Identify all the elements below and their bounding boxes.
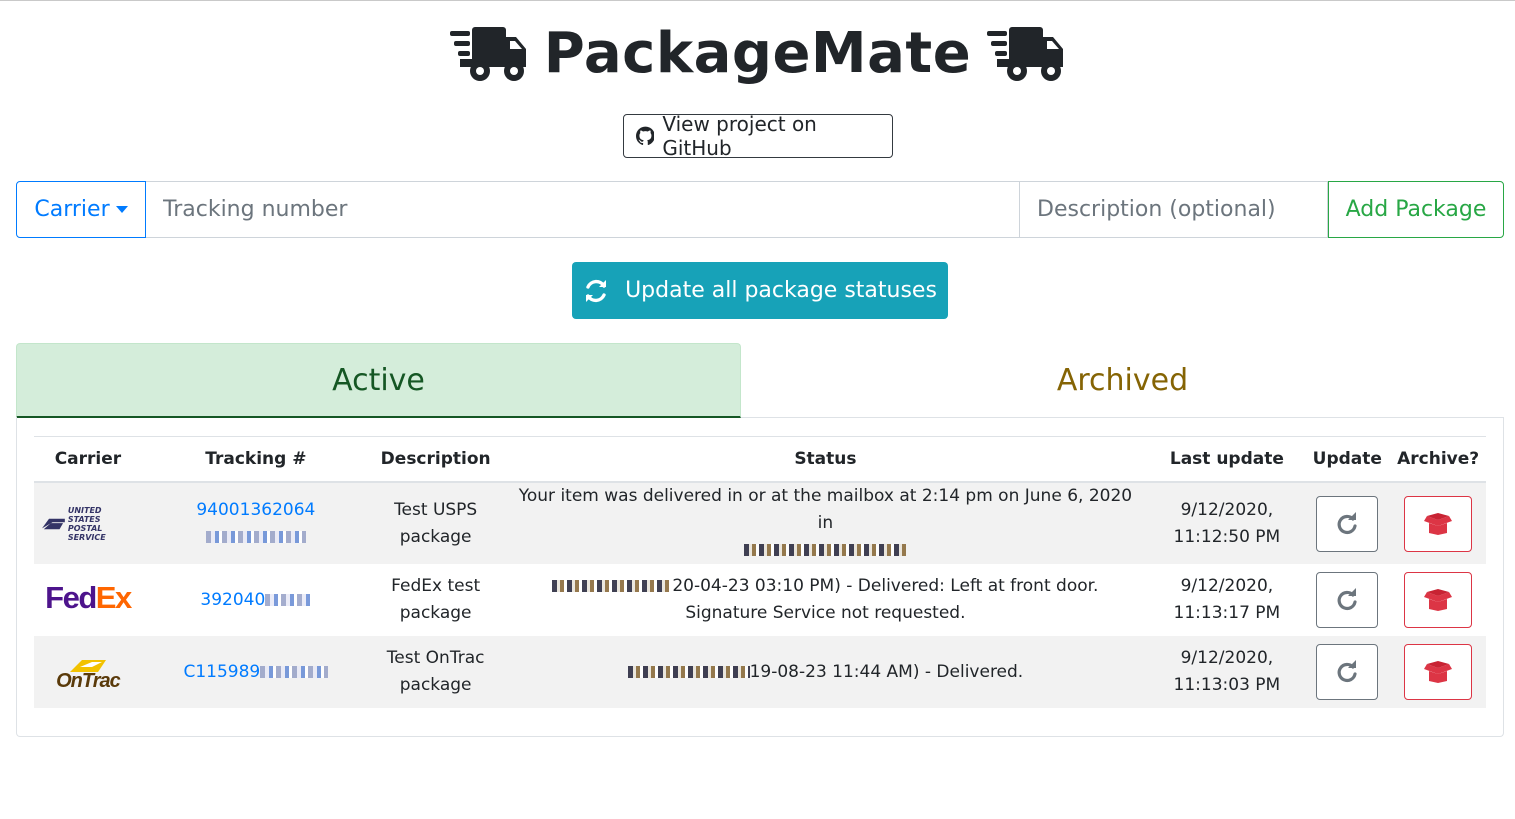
last-update-cell: 9/12/2020, 11:13:03 PM <box>1149 636 1305 708</box>
table-row: FedEx 392040 FedEx test package 20-04-23… <box>34 564 1486 636</box>
archive-cell <box>1390 482 1486 564</box>
status-text: 19-08-23 11:44 AM) - Delivered. <box>749 661 1024 682</box>
column-header: Archive? <box>1390 436 1486 483</box>
update-cell <box>1304 636 1391 708</box>
carrier-cell: OnTrac <box>34 636 142 708</box>
status-text: Your item was delivered in or at the mai… <box>518 486 1133 533</box>
usps-logo: UNITED STATES POSTAL SERVICE <box>42 506 134 542</box>
sync-icon <box>586 279 607 302</box>
last-update-cell: 9/12/2020, 11:12:50 PM <box>1149 482 1305 564</box>
archive-button[interactable] <box>1404 495 1473 552</box>
update-all-label: Update all package statuses <box>625 278 937 303</box>
redo-icon <box>1337 660 1357 683</box>
archive-button[interactable] <box>1404 644 1473 700</box>
caret-down-icon <box>115 206 128 213</box>
github-button[interactable]: View project on GitHub <box>622 112 893 160</box>
github-label: View project on GitHub <box>662 112 817 160</box>
update-button[interactable] <box>1316 495 1379 552</box>
tracking-link[interactable]: C115989 <box>183 662 329 682</box>
tracking-cell: 94001362064 <box>141 482 370 564</box>
box-open-icon <box>1424 589 1453 611</box>
carrier-dropdown[interactable]: Carrier <box>16 181 146 238</box>
table-row: UNITED STATES POSTAL SERVICE 94001362064… <box>34 482 1486 564</box>
status-cell: 19-08-23 11:44 AM) - Delivered. <box>501 636 1150 708</box>
redacted-text <box>627 665 750 678</box>
description-cell: Test OnTrac package <box>369 636 502 708</box>
package-tabs: Active Archived <box>16 343 1504 418</box>
column-header: Carrier <box>34 436 142 483</box>
fedex-logo: FedEx <box>45 579 132 615</box>
box-open-icon <box>1424 661 1453 683</box>
column-header: Update <box>1304 436 1391 483</box>
update-all-button[interactable]: Update all package statuses <box>572 262 948 319</box>
description-cell: Test USPS package <box>369 482 502 564</box>
redacted-text <box>552 580 673 592</box>
usps-logo-text: UNITED STATES <box>67 505 102 524</box>
column-header: Last update <box>1149 436 1305 483</box>
archive-cell <box>1390 636 1486 708</box>
table-row: OnTrac C115989 Test OnTrac package 19-08… <box>34 636 1486 708</box>
tracking-cell: C115989 <box>141 636 370 708</box>
packages-panel: Carrier Tracking # Description Status La… <box>16 417 1504 737</box>
truck-icon <box>987 27 1064 81</box>
app-title: PackageMate <box>543 20 972 86</box>
column-header: Status <box>501 436 1150 483</box>
github-icon <box>635 126 655 145</box>
update-cell <box>1304 564 1390 636</box>
tab-active[interactable]: Active <box>16 343 741 418</box>
archive-cell <box>1390 564 1486 636</box>
tracking-link[interactable]: 392040 <box>200 590 312 610</box>
update-button[interactable] <box>1316 644 1379 700</box>
redacted-text <box>744 544 907 556</box>
tab-archived[interactable]: Archived <box>741 343 1504 418</box>
redo-icon <box>1337 588 1357 611</box>
last-update-cell: 9/12/2020, 11:13:17 PM <box>1173 576 1281 623</box>
carrier-label: Carrier <box>34 197 110 222</box>
app-header: PackageMate <box>0 15 1515 91</box>
column-header: Tracking # <box>141 436 370 483</box>
description-cell: FedEx test package <box>391 576 481 623</box>
tracking-cell: 392040 <box>142 564 370 636</box>
usps-eagle-icon <box>42 518 65 529</box>
column-header: Description <box>369 436 502 483</box>
truck-icon <box>449 27 526 81</box>
update-button[interactable] <box>1316 572 1379 628</box>
status-text: 20-04-23 03:10 PM) - Delivered: Left at … <box>672 576 1099 623</box>
description-input[interactable] <box>1020 181 1328 238</box>
add-package-form: Carrier Add Package <box>16 181 1504 238</box>
redo-icon <box>1337 511 1357 534</box>
box-open-icon <box>1424 512 1453 535</box>
update-cell <box>1304 482 1391 564</box>
add-package-button[interactable]: Add Package <box>1328 181 1504 238</box>
status-cell: Your item was delivered in or at the mai… <box>501 482 1150 564</box>
archive-button[interactable] <box>1404 572 1473 628</box>
status-cell: 20-04-23 03:10 PM) - Delivered: Left at … <box>501 564 1149 636</box>
ontrac-logo: OnTrac <box>56 658 121 691</box>
tracking-link[interactable]: 94001362064 <box>196 500 315 547</box>
carrier-cell: FedEx <box>34 564 142 636</box>
carrier-cell: UNITED STATES POSTAL SERVICE <box>34 482 142 564</box>
packages-table: Carrier Tracking # Description Status La… <box>34 436 1486 708</box>
tracking-number-input[interactable] <box>146 181 1020 238</box>
usps-logo-text: POSTAL SERVICE <box>67 523 106 542</box>
